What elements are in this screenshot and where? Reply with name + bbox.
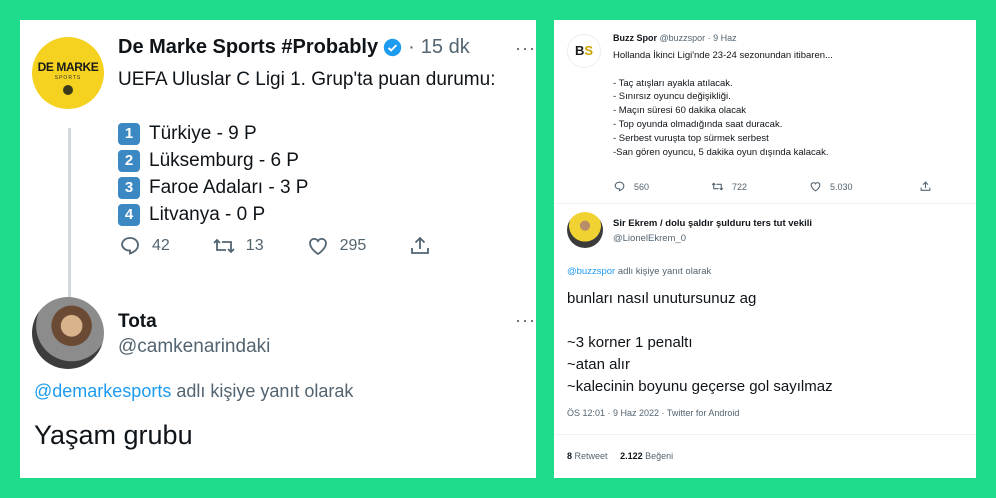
like-count: 5.030 [830, 181, 853, 192]
keycap-1-icon: 1 [118, 122, 140, 145]
like-count: 295 [339, 237, 367, 254]
tweet-time[interactable]: 15 dk [421, 36, 470, 59]
like-button[interactable]: 5.030 [809, 180, 919, 193]
divider [554, 203, 976, 204]
standing-text: Faroe Adaları - 3 P [149, 176, 309, 198]
reply-author-handle[interactable]: @LionelEkrem_0 [613, 233, 686, 244]
divider [554, 434, 976, 435]
tweet-author-row: De Marke Sports #Probably · 15 dk [118, 36, 470, 59]
replying-to-suffix: adlı kişiye yanıt olarak [615, 266, 712, 277]
heart-icon [810, 182, 821, 192]
list-item: 1 Türkiye - 9 P [118, 120, 308, 147]
list-item: 4 Litvanya - 0 P [118, 201, 308, 228]
tweet-stats: 8 Retweet 2.122 Beğeni [567, 451, 673, 461]
share-button[interactable] [408, 234, 442, 258]
replying-to-line: @buzzspor adlı kişiye yanıt olarak [567, 266, 711, 277]
retweet-button[interactable]: 722 [711, 180, 809, 193]
mention-link[interactable]: @buzzspor [567, 266, 615, 277]
author-name[interactable]: Buzz Spor [613, 33, 657, 43]
tweet-actions: 560 722 5.030 [613, 180, 940, 193]
retweet-icon [711, 182, 724, 191]
verified-badge-icon [383, 38, 402, 57]
tweet-author-row: Buzz Spor @buzzspor · 9 Haz [613, 33, 737, 43]
share-button[interactable] [919, 180, 940, 193]
list-item: 2 Lüksemburg - 6 P [118, 147, 308, 174]
standing-text: Litvanya - 0 P [149, 203, 266, 225]
de-marke-avatar[interactable]: DE MARKE SPORTS [32, 37, 104, 109]
avatar-logo-text: DE MARKE [37, 60, 99, 74]
retweet-button[interactable]: 13 [212, 234, 264, 258]
avatar-logo-text: BS [574, 43, 594, 58]
share-icon [411, 236, 430, 254]
like-button[interactable]: 295 [306, 234, 367, 258]
tweet-separator: · [408, 36, 415, 58]
right-screenshot-panel: BS Buzz Spor @buzzspor · 9 Haz Hollanda … [554, 20, 976, 478]
heart-icon [308, 237, 327, 256]
keycap-4-icon: 4 [118, 203, 140, 226]
reply-author-name[interactable]: Tota [118, 311, 157, 333]
standing-text: Lüksemburg - 6 P [149, 149, 299, 171]
tweet-text: Hollanda İkinci Ligi'nde 23-24 sezonunda… [613, 50, 833, 158]
tota-avatar[interactable] [32, 297, 104, 369]
retweet-icon [213, 238, 235, 254]
buzz-spor-avatar[interactable]: BS [567, 34, 601, 68]
replying-to-line: @demarkesports adlı kişiye yanıt olarak [34, 381, 353, 402]
sir-ekrem-avatar[interactable] [567, 212, 603, 248]
more-options-icon[interactable]: ··· [515, 310, 536, 331]
reply-text: Yaşam grubu [34, 420, 193, 450]
share-icon [920, 181, 931, 191]
standing-text: Türkiye - 9 P [149, 122, 257, 144]
author-name[interactable]: De Marke Sports #Probably [118, 36, 378, 59]
tweet-timestamp-source[interactable]: ÖS 12:01 · 9 Haz 2022 · Twitter for Andr… [567, 408, 739, 418]
left-screenshot-panel: DE MARKE SPORTS De Marke Sports #Probabl… [20, 20, 536, 478]
keycap-3-icon: 3 [118, 176, 140, 199]
more-options-icon[interactable]: ··· [515, 38, 536, 59]
like-stat[interactable]: 2.122 Beğeni [620, 451, 673, 461]
reply-author-name[interactable]: Sir Ekrem / dolu şaldır şulduru ters tut… [613, 218, 812, 229]
avatar-logo-subtext: SPORTS [54, 75, 82, 81]
retweet-stat[interactable]: 8 Retweet [567, 451, 608, 461]
thread-connector-line [68, 128, 71, 310]
tweet-actions: 42 13 295 [118, 234, 484, 258]
mention-link[interactable]: @demarkesports [34, 381, 171, 401]
reply-button[interactable]: 560 [613, 180, 711, 193]
avatar-ball-icon [63, 85, 73, 95]
tweet-text: UEFA Uluslar C Ligi 1. Grup'ta puan duru… [118, 69, 496, 90]
retweet-count: 722 [732, 181, 748, 192]
keycap-2-icon: 2 [118, 149, 140, 172]
author-meta: @buzzspor · 9 Haz [657, 33, 737, 43]
reply-button[interactable]: 42 [118, 234, 170, 258]
reply-text: bunları nasıl unutursunuz ag ~3 korner 1… [567, 290, 833, 395]
reply-count: 42 [152, 237, 170, 254]
reply-count: 560 [634, 181, 650, 192]
standings-list: 1 Türkiye - 9 P 2 Lüksemburg - 6 P 3 Far… [118, 120, 308, 228]
retweet-count: 13 [245, 237, 264, 254]
list-item: 3 Faroe Adaları - 3 P [118, 174, 308, 201]
reply-author-handle[interactable]: @camkenarindaki [118, 336, 270, 358]
reply-icon [121, 237, 139, 255]
replying-to-suffix: adlı kişiye yanıt olarak [171, 381, 354, 401]
reply-icon [614, 181, 625, 192]
